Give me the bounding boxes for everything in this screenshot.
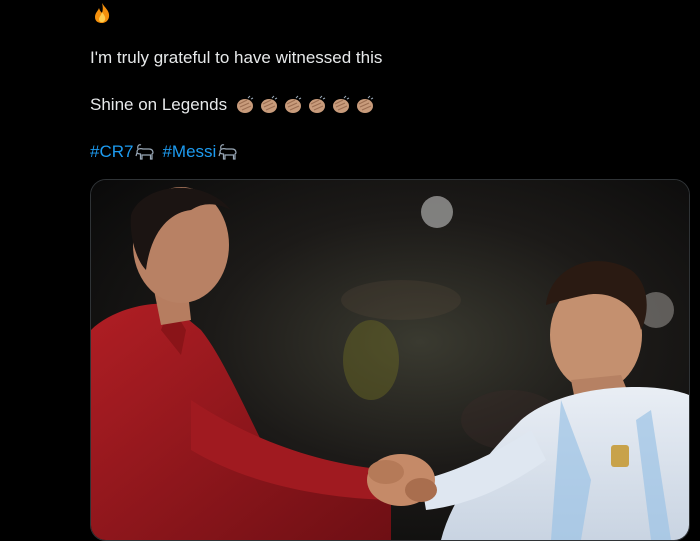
clapping-hands-emoji-icon	[333, 95, 350, 113]
tweet-hashtags: #CR7 #Messi	[90, 141, 239, 163]
goat-emoji-icon	[135, 144, 155, 160]
clapping-hands-emoji-icon	[357, 95, 374, 113]
photo-handshake-illustration	[91, 180, 689, 540]
tweet-text-line-1: I'm truly grateful to have witnessed thi…	[90, 48, 383, 67]
hashtag-cr7-link[interactable]: #CR7	[90, 141, 133, 163]
clapping-hands-emoji-icon	[285, 95, 302, 113]
goat-emoji-icon	[218, 144, 237, 160]
clapping-hands-emoji-icon	[309, 95, 326, 113]
hashtag-messi-link[interactable]: #Messi	[162, 141, 216, 163]
clapping-hands-emoji-icon	[261, 95, 278, 113]
clap-emoji-group	[231, 95, 375, 115]
tweet-text-line-2: Shine on Legends	[90, 94, 375, 116]
clapping-hands-emoji-icon	[237, 95, 254, 113]
tweet-text-legends: Shine on Legends	[90, 95, 228, 114]
tweet-photo[interactable]	[90, 179, 690, 541]
fire-emoji-icon	[95, 3, 110, 23]
